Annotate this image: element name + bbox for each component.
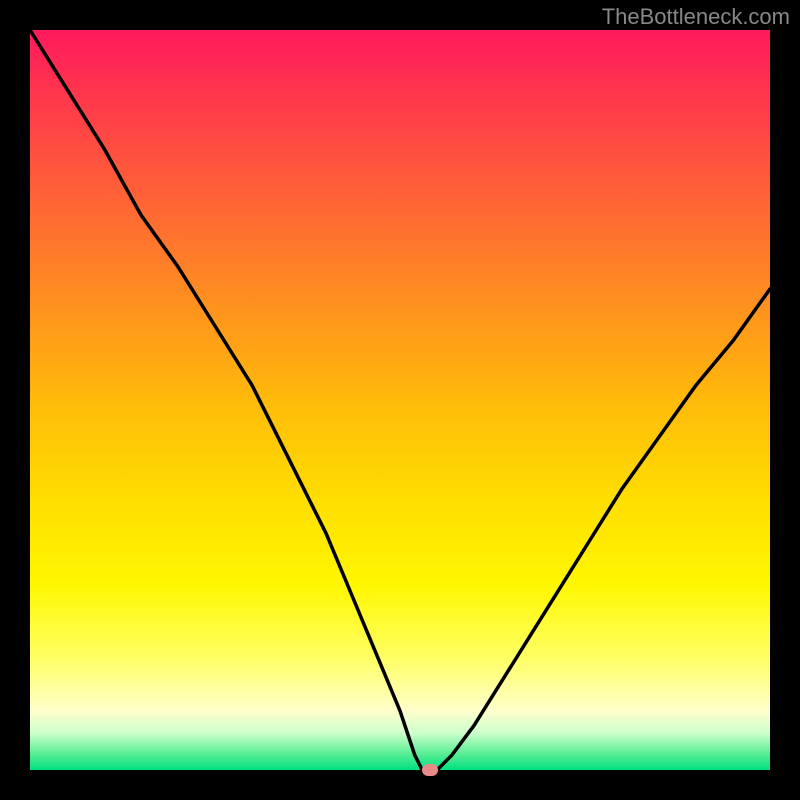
chart-plot-area (30, 30, 770, 770)
bottleneck-curve (30, 30, 770, 770)
watermark-text: TheBottleneck.com (602, 4, 790, 30)
minimum-marker (422, 764, 438, 776)
